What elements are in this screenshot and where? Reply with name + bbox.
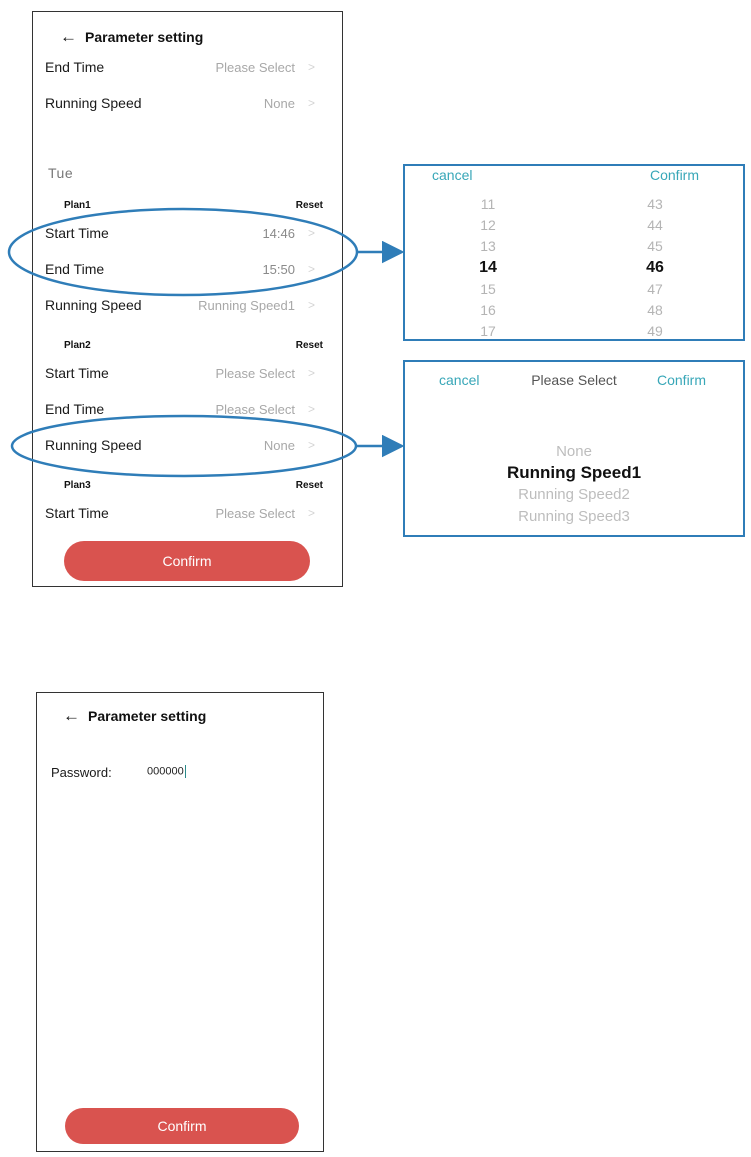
plan1-header: Plan1 Reset: [64, 200, 323, 216]
plan2-end-time-row[interactable]: End Time Please Select >: [45, 397, 325, 421]
screen-header: ← Parameter setting: [60, 28, 203, 45]
row-value: Please Select: [215, 401, 296, 417]
minute-option: 47: [647, 281, 663, 297]
reset-button[interactable]: Reset: [296, 480, 323, 491]
day-label: Tue: [48, 165, 74, 181]
password-value: 000000: [147, 765, 184, 778]
row-value: None: [263, 95, 295, 111]
plan1-running-speed-row[interactable]: Running Speed Running Speed1 >: [45, 293, 325, 317]
hour-option: 15: [480, 281, 496, 297]
plan1-end-time-row[interactable]: End Time 15:50 >: [45, 257, 325, 281]
hour-option: 16: [480, 302, 496, 318]
speed-option: None: [556, 443, 592, 460]
plan3-header: Plan3 Reset: [64, 480, 323, 496]
row-label: Running Speed: [45, 95, 142, 111]
chevron-right-icon: >: [307, 298, 315, 312]
password-input[interactable]: 000000: [147, 765, 186, 778]
chevron-right-icon: >: [307, 506, 315, 520]
end-time-row[interactable]: End Time Please Select >: [45, 55, 325, 79]
plan-name: Plan3: [64, 480, 91, 491]
speed-option: Running Speed2: [518, 486, 630, 503]
plan1-start-time-row[interactable]: Start Time 14:46 >: [45, 221, 325, 245]
row-label: End Time: [45, 261, 105, 277]
screen-header: ← Parameter setting: [63, 707, 206, 724]
confirm-button[interactable]: Confirm: [64, 541, 310, 581]
parameter-setting-screen: ← Parameter setting End Time Please Sele…: [32, 11, 343, 587]
row-value: 15:50: [262, 261, 295, 277]
selected-speed-option: Running Speed1: [506, 463, 642, 482]
chevron-right-icon: >: [307, 402, 315, 416]
row-value: Please Select: [215, 59, 296, 75]
row-value: Running Speed1: [198, 297, 295, 313]
speed-wheel[interactable]: None Running Speed1 Running Speed2 Runni…: [405, 362, 743, 537]
confirm-button[interactable]: Confirm: [65, 1108, 299, 1144]
row-label: Start Time: [45, 365, 109, 381]
back-arrow-icon[interactable]: ←: [63, 707, 80, 724]
hour-option: 11: [480, 196, 496, 212]
time-picker-popup: cancel Confirm 11 12 13 14 15 16 17 43 4…: [403, 164, 745, 341]
hour-option: 13: [480, 238, 496, 254]
row-value: Please Select: [215, 505, 296, 521]
row-value: 14:46: [262, 225, 295, 241]
chevron-right-icon: >: [307, 438, 315, 452]
plan2-header: Plan2 Reset: [64, 340, 323, 356]
page-title: Parameter setting: [85, 28, 204, 45]
speed-option: Running Speed3: [518, 508, 630, 525]
chevron-right-icon: >: [307, 60, 315, 74]
hour-wheel[interactable]: 11 12 13 14 15 16 17: [468, 166, 508, 341]
selected-minute: 46: [646, 259, 664, 276]
plan-name: Plan2: [64, 340, 91, 351]
minute-option: 43: [647, 196, 663, 212]
row-label: Running Speed: [45, 437, 142, 453]
plan2-running-speed-row[interactable]: Running Speed None >: [45, 433, 325, 457]
running-speed-row[interactable]: Running Speed None >: [45, 91, 325, 115]
row-label: Start Time: [45, 225, 109, 241]
row-value: Please Select: [215, 365, 296, 381]
chevron-right-icon: >: [307, 226, 315, 240]
text-caret: [184, 765, 186, 778]
minute-option: 44: [647, 217, 663, 233]
hour-option: 17: [480, 323, 496, 339]
reset-button[interactable]: Reset: [296, 200, 323, 211]
chevron-right-icon: >: [307, 262, 315, 276]
row-value: None: [263, 437, 295, 453]
row-label: Running Speed: [45, 297, 142, 313]
minute-option: 49: [647, 323, 663, 339]
minute-option: 45: [647, 238, 663, 254]
password-label: Password:: [51, 765, 112, 780]
cancel-button[interactable]: cancel: [432, 167, 472, 183]
plan3-start-time-row[interactable]: Start Time Please Select >: [45, 501, 325, 525]
selected-hour: 14: [479, 259, 497, 276]
speed-picker-popup: cancel Please Select Confirm None Runnin…: [403, 360, 745, 537]
hour-option: 12: [480, 217, 496, 233]
chevron-right-icon: >: [307, 366, 315, 380]
minute-option: 48: [647, 302, 663, 318]
password-screen: ← Parameter setting Password: 000000 Con…: [36, 692, 324, 1152]
page-title: Parameter setting: [88, 707, 207, 724]
row-label: End Time: [45, 401, 105, 417]
chevron-right-icon: >: [307, 96, 315, 110]
back-arrow-icon[interactable]: ←: [60, 28, 77, 45]
reset-button[interactable]: Reset: [296, 340, 323, 351]
minute-wheel[interactable]: 43 44 45 46 47 48 49: [635, 166, 675, 341]
row-label: End Time: [45, 59, 105, 75]
plan2-start-time-row[interactable]: Start Time Please Select >: [45, 361, 325, 385]
plan-name: Plan1: [64, 200, 91, 211]
row-label: Start Time: [45, 505, 109, 521]
